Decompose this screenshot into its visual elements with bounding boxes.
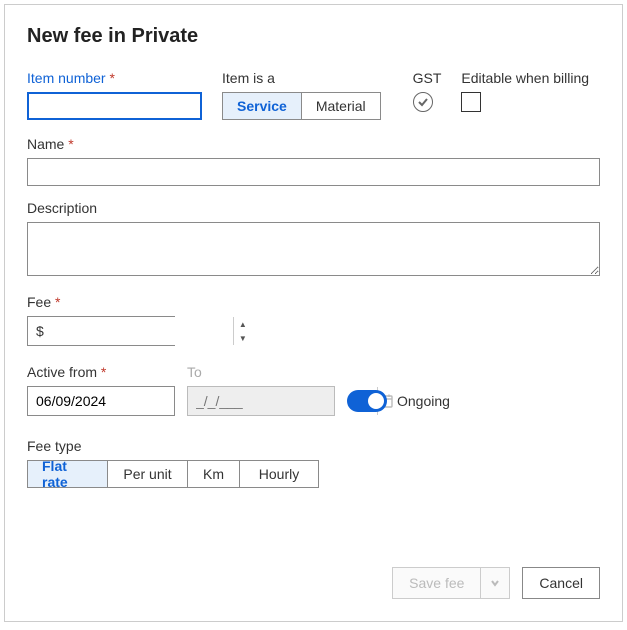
name-label: Name * <box>27 136 600 152</box>
description-label: Description <box>27 200 600 216</box>
item-is-a-segmented: Service Material <box>222 92 381 120</box>
editable-when-billing-checkbox[interactable] <box>461 92 481 112</box>
save-fee-split: Save fee <box>392 567 510 599</box>
ongoing-label: Ongoing <box>397 393 450 409</box>
gst-checkbox[interactable] <box>413 92 433 112</box>
cancel-button[interactable]: Cancel <box>522 567 600 599</box>
to-datebox <box>187 386 335 416</box>
seg-km[interactable]: Km <box>188 461 240 487</box>
item-number-input[interactable] <box>27 92 202 120</box>
fee-step-down[interactable]: ▼ <box>234 331 252 345</box>
save-fee-dropdown[interactable] <box>480 567 510 599</box>
item-number-label: Item number * <box>27 70 202 86</box>
gst-label: GST <box>413 70 442 86</box>
fee-step-up[interactable]: ▲ <box>234 317 252 331</box>
fee-label: Fee * <box>27 294 600 310</box>
to-label: To <box>187 364 335 380</box>
toggle-knob <box>368 393 384 409</box>
fee-spinbox: $ ▲ ▼ <box>27 316 175 346</box>
seg-service[interactable]: Service <box>223 93 302 119</box>
seg-hourly[interactable]: Hourly <box>240 461 318 487</box>
description-textarea[interactable] <box>27 222 600 276</box>
seg-flatrate[interactable]: Flat rate <box>28 461 108 487</box>
save-fee-button[interactable]: Save fee <box>392 567 480 599</box>
fee-type-segmented: Flat rate Per unit Km Hourly <box>27 460 319 488</box>
item-is-a-label: Item is a <box>222 70 381 86</box>
name-input[interactable] <box>27 158 600 186</box>
seg-material[interactable]: Material <box>302 93 380 119</box>
currency-symbol: $ <box>28 323 52 339</box>
seg-perunit[interactable]: Per unit <box>108 461 188 487</box>
dialog-title: New fee in Private <box>27 25 600 48</box>
check-icon <box>417 96 429 108</box>
active-from-datebox <box>27 386 175 416</box>
ongoing-toggle[interactable] <box>347 390 387 412</box>
fee-input[interactable] <box>52 317 233 345</box>
editable-when-billing-label: Editable when billing <box>461 70 589 86</box>
active-from-label: Active from * <box>27 364 175 380</box>
new-fee-dialog: New fee in Private Item number * Item is… <box>4 4 623 622</box>
fee-type-label: Fee type <box>27 438 600 454</box>
chevron-down-icon <box>490 578 500 588</box>
